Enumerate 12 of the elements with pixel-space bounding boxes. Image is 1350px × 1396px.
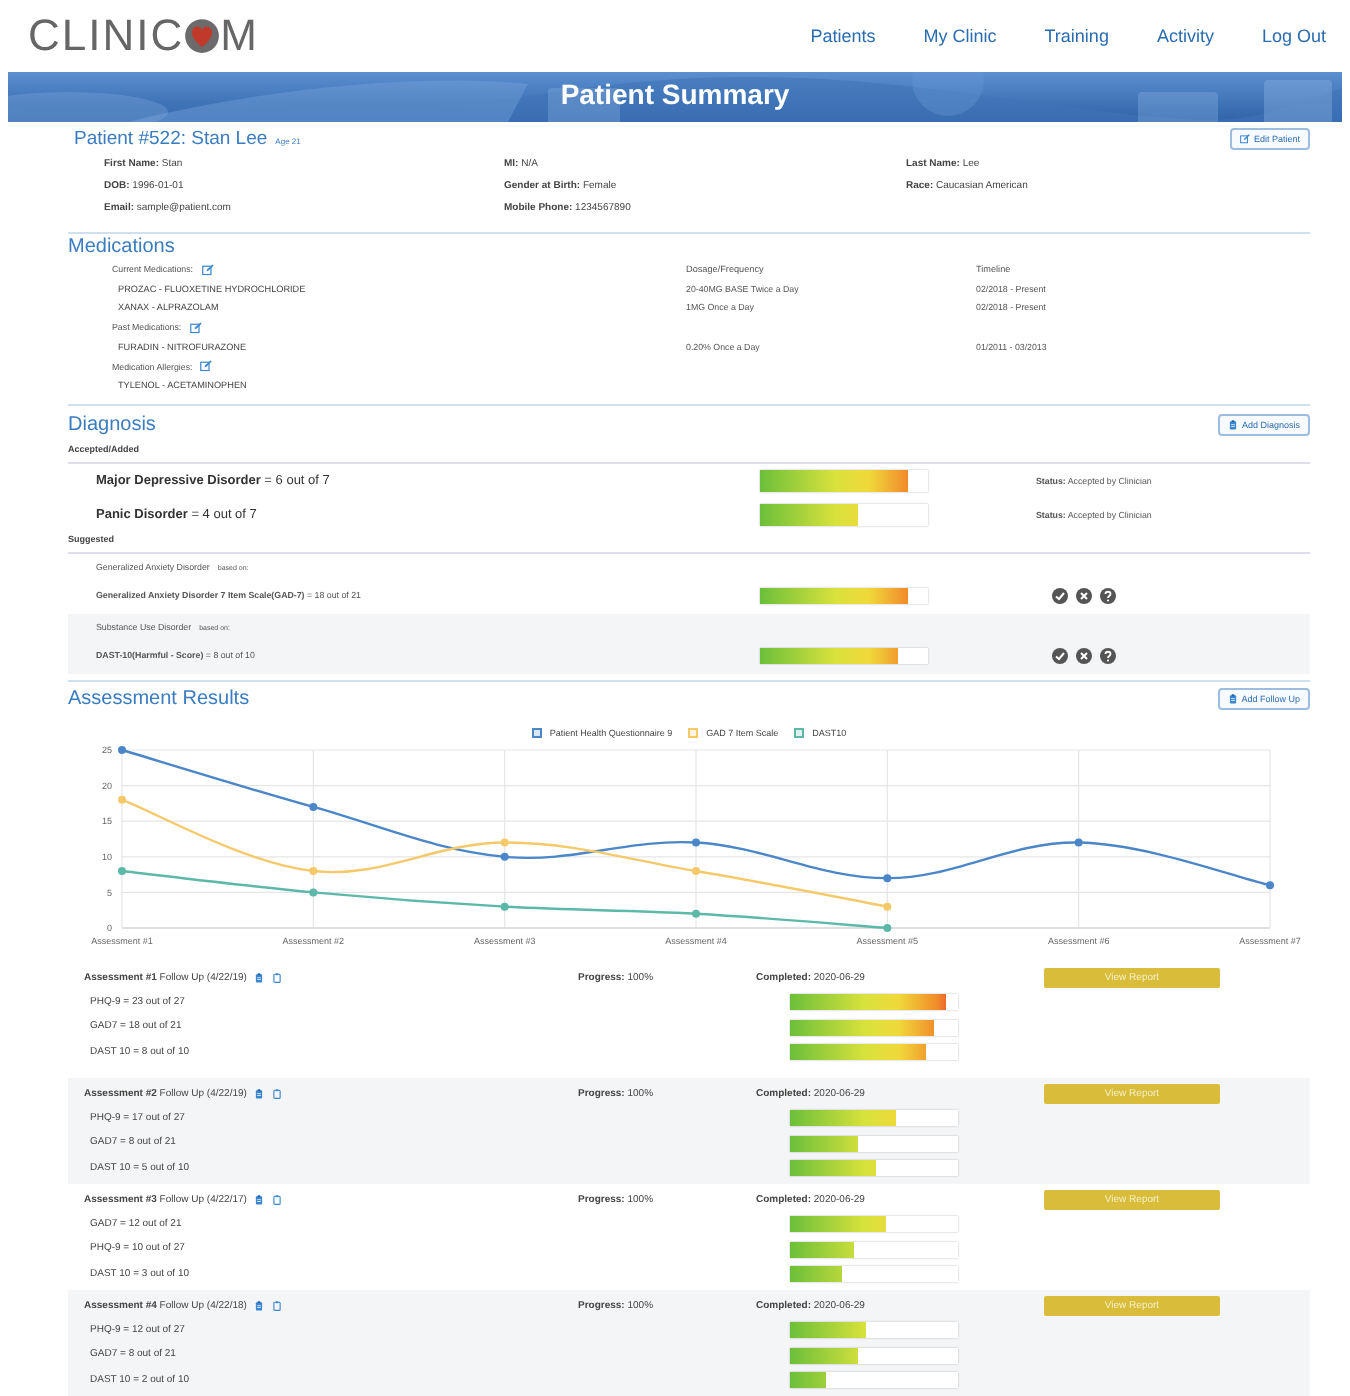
logo-text: M	[220, 9, 259, 63]
logo-text: CLINIC	[28, 9, 185, 63]
nav-link[interactable]: Activity	[1156, 25, 1214, 47]
section-title: Assessment Results	[68, 686, 250, 713]
nav-link[interactable]: My Clinic	[923, 25, 997, 47]
nav-link[interactable]: Log Out	[1261, 25, 1326, 47]
nav-link[interactable]: Training	[1044, 25, 1109, 47]
section-title: Diagnosis	[68, 412, 156, 439]
nav-link[interactable]: Patients	[810, 25, 876, 47]
banner-title: Patient Summary	[560, 78, 790, 112]
section-title: Medications	[68, 234, 177, 260]
patient-title: Patient #522: Stan Lee	[74, 127, 268, 151]
